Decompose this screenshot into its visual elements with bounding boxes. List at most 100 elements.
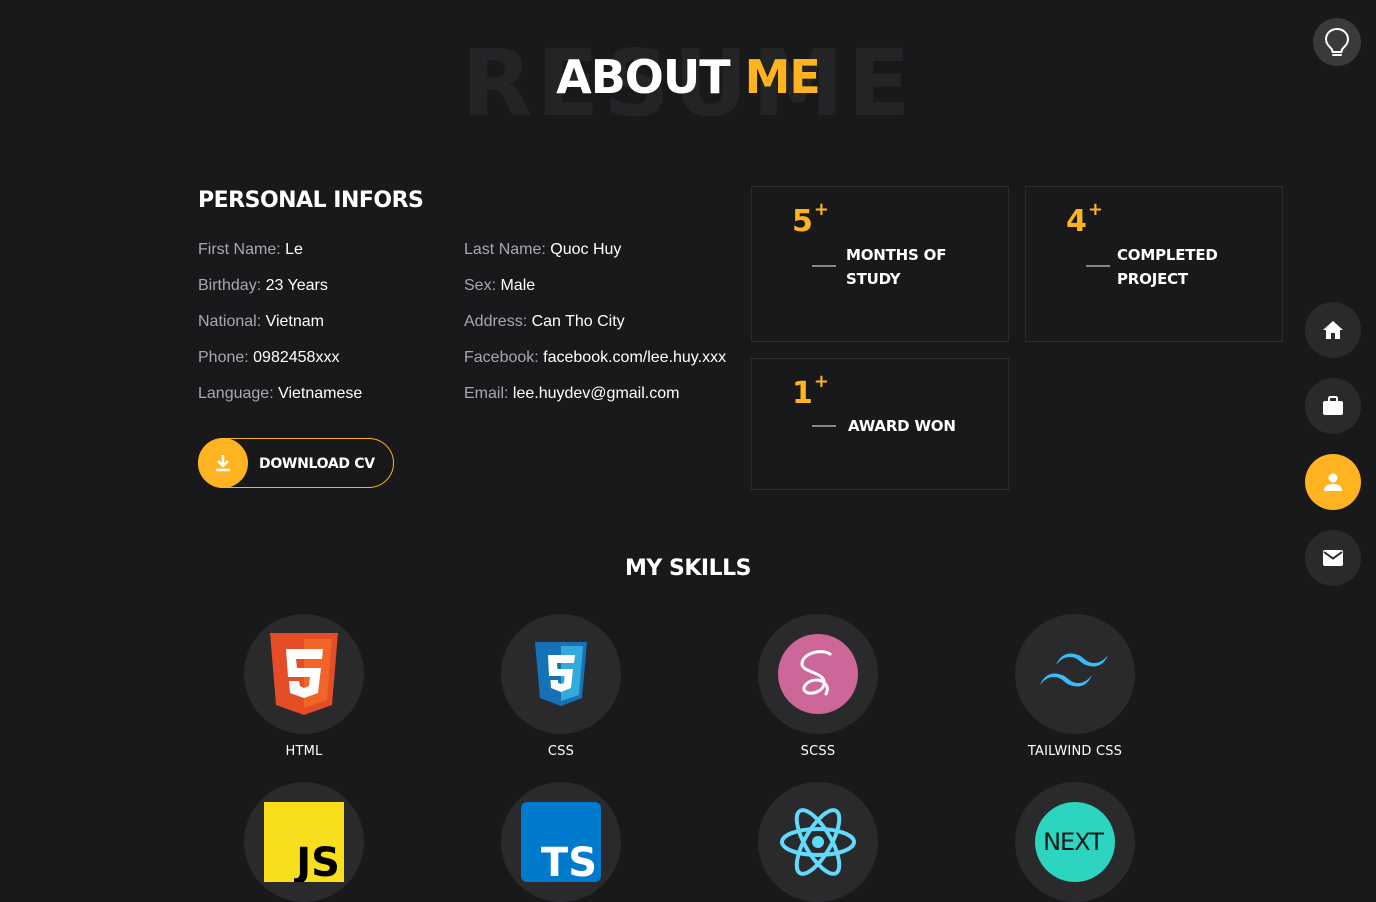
stat-dash [812, 425, 836, 427]
skill-circle [1015, 614, 1135, 734]
section-header: RESUME ABOUT ME [0, 28, 1376, 138]
svg-text:NEXT: NEXT [1043, 828, 1104, 856]
javascript-icon: JS [264, 802, 344, 882]
skill-circle: JS [244, 782, 364, 902]
info-key: National: [198, 313, 266, 330]
stat-number: 5+ [792, 201, 829, 239]
skill-circle [758, 614, 878, 734]
info-email: Email: lee.huydev@gmail.com [464, 385, 679, 403]
info-last-name: Last Name: Quoc Huy [464, 241, 621, 259]
download-icon [198, 438, 248, 488]
download-cv-button[interactable]: DOWNLOAD CV [198, 438, 394, 488]
info-national: National: Vietnam [198, 313, 324, 331]
skill-name: CSS [547, 744, 575, 759]
info-facebook: Facebook: facebook.com/lee.huy.xxx [464, 349, 726, 367]
info-key: Email: [464, 385, 513, 402]
typescript-icon: TS [521, 802, 601, 882]
info-sex: Sex: Male [464, 277, 535, 295]
info-value: Vietnamese [278, 385, 363, 402]
skill-name: TAILWIND CSS [1027, 744, 1123, 759]
nav-home-button[interactable] [1305, 302, 1361, 358]
react-icon [780, 808, 856, 876]
skill-name: HTML [285, 744, 323, 759]
skill-name: SCSS [800, 744, 836, 759]
skill-tailwind: TAILWIND CSS [1015, 614, 1135, 759]
stat-plus: + [813, 199, 829, 220]
info-key: Language: [198, 385, 279, 402]
sass-icon [778, 634, 858, 714]
info-value: 23 Years [265, 277, 328, 294]
stat-value: 5 [792, 204, 813, 239]
personal-info-title: PERSONAL INFORS [198, 188, 424, 213]
stat-dash [812, 265, 836, 267]
css3-icon [535, 642, 587, 706]
stat-plus: + [813, 371, 829, 392]
skill-next: NEXT [1015, 782, 1135, 902]
info-key: Sex: [464, 277, 501, 294]
title-accent: ME [744, 50, 821, 104]
stat-value: 1 [792, 376, 813, 411]
stat-label: MONTHS OF STUDY [846, 243, 996, 291]
info-key: Address: [464, 313, 532, 330]
skill-react [758, 782, 878, 902]
info-phone: Phone: 0982458xxx [198, 349, 339, 367]
info-value: Male [500, 277, 536, 294]
skill-html: HTML [244, 614, 364, 759]
info-value: Le [285, 241, 303, 258]
skills-title: MY SKILLS [625, 556, 751, 581]
stat-card-study: 5+ MONTHS OF STUDY [751, 186, 1009, 342]
home-icon [1323, 321, 1343, 339]
info-key: Phone: [198, 349, 254, 366]
briefcase-icon [1323, 396, 1343, 415]
theme-toggle-button[interactable] [1313, 18, 1361, 66]
info-value: facebook.com/lee.huy.xxx [543, 349, 727, 366]
stat-number: 4+ [1066, 201, 1103, 239]
info-key: First Name: [198, 241, 286, 258]
stat-label-line: STUDY [846, 270, 901, 288]
skill-circle [758, 782, 878, 902]
info-first-name: First Name: Le [198, 241, 303, 259]
stat-card-awards: 1+ AWARD WON [751, 358, 1009, 490]
skill-circle [501, 614, 621, 734]
skill-circle [244, 614, 364, 734]
stat-number: 1+ [792, 373, 829, 411]
info-key: Birthday: [198, 277, 266, 294]
skill-scss: SCSS [758, 614, 878, 759]
info-key: Facebook: [464, 349, 544, 366]
skill-js: JS [244, 782, 364, 902]
lightbulb-icon [1324, 27, 1350, 56]
title-main: ABOUT [556, 50, 730, 104]
info-key: Last Name: [464, 241, 551, 258]
download-cv-label: DOWNLOAD CV [259, 456, 375, 472]
html5-icon [270, 633, 338, 715]
stat-plus: + [1087, 199, 1103, 220]
stat-label-line: MONTHS OF [846, 246, 947, 264]
stat-dash [1086, 265, 1110, 267]
stat-label: COMPLETED PROJECT [1117, 243, 1267, 291]
skill-circle: NEXT [1015, 782, 1135, 902]
info-value: Quoc Huy [550, 241, 622, 258]
stat-card-projects: 4+ COMPLETED PROJECT [1025, 186, 1283, 342]
info-language: Language: Vietnamese [198, 385, 362, 403]
nextjs-icon: NEXT [1035, 802, 1115, 882]
stat-label-line: PROJECT [1117, 270, 1188, 288]
info-value: Vietnam [265, 313, 324, 330]
info-value: Can Tho City [531, 313, 625, 330]
info-address: Address: Can Tho City [464, 313, 625, 331]
nav-about-button[interactable] [1305, 454, 1361, 510]
skill-css: CSS [501, 614, 621, 759]
svg-text:TS: TS [541, 840, 597, 882]
stat-label: AWARD WON [848, 414, 998, 438]
skill-ts: TS [501, 782, 621, 902]
tailwind-icon [1040, 653, 1108, 687]
user-icon [1324, 473, 1342, 491]
nav-portfolio-button[interactable] [1305, 378, 1361, 434]
page-title: ABOUT ME [0, 54, 1376, 100]
svg-text:JS: JS [293, 840, 340, 882]
info-birthday: Birthday: 23 Years [198, 277, 328, 295]
stat-label-line: AWARD WON [848, 417, 956, 435]
skill-circle: TS [501, 782, 621, 902]
stat-value: 4 [1066, 204, 1087, 239]
info-value: lee.huydev@gmail.com [512, 385, 680, 402]
stat-label-line: COMPLETED [1117, 246, 1218, 264]
